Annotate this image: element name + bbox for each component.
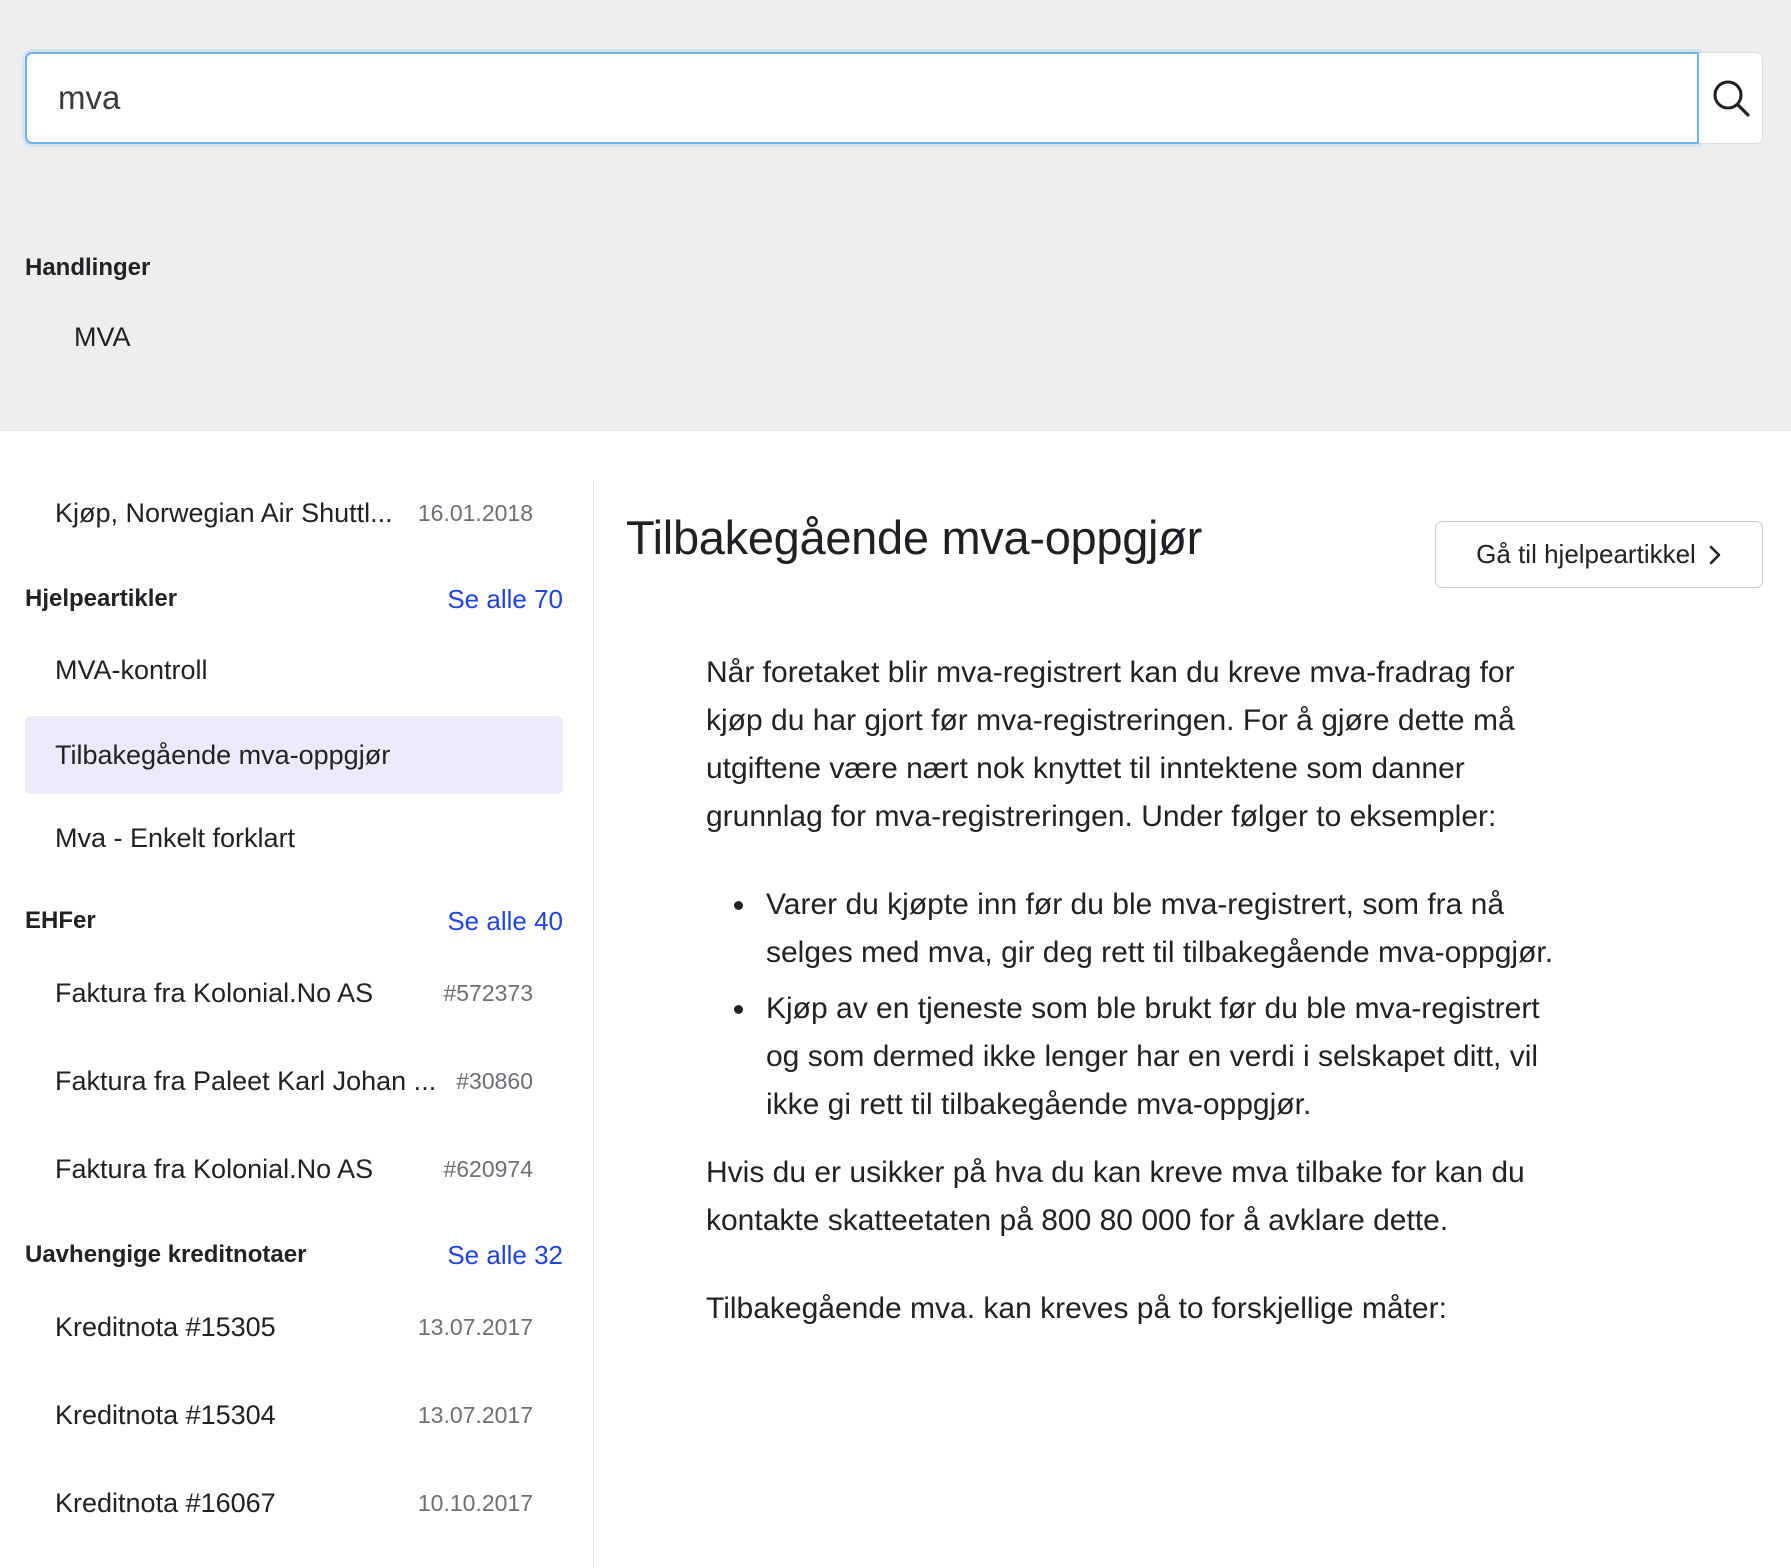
- list-item-date: 10.10.2017: [417, 1489, 533, 1516]
- article-paragraph: Hvis du er usikker på hva du kan kreve m…: [706, 1156, 1525, 1237]
- article-paragraph: Tilbakegående mva. kan kreves på to fors…: [706, 1292, 1447, 1325]
- see-all-help-articles-link[interactable]: Se alle 70: [447, 584, 563, 615]
- category-help-articles: Hjelpeartikler Se alle 70: [25, 579, 563, 619]
- article-bullet-list: Varer du kjøpte inn før du ble mva-regis…: [706, 881, 1556, 1129]
- bullet-dot: [734, 1005, 743, 1014]
- search-panel: Handlinger MVA: [0, 0, 1791, 431]
- see-all-ehf-link[interactable]: Se alle 40: [447, 906, 563, 937]
- actions-heading: Handlinger: [25, 254, 151, 281]
- help-button-label: Gå til hjelpeartikkel: [1476, 539, 1696, 569]
- list-item-title: Kreditnota #15305: [55, 1311, 276, 1342]
- list-item-invoice[interactable]: Faktura fra Kolonial.No AS #572373: [25, 954, 563, 1032]
- article-paragraph: Når foretaket blir mva-registrert kan du…: [706, 656, 1515, 833]
- category-title: Uavhengige kreditnotaer: [25, 1241, 307, 1268]
- list-item-date: 13.07.2017: [417, 1313, 533, 1340]
- panel-divider: [593, 480, 594, 1568]
- list-item-title: Kreditnota #15304: [55, 1399, 276, 1430]
- list-item-title: Faktura fra Paleet Karl Johan ...: [55, 1065, 437, 1096]
- list-item-invoice[interactable]: Faktura fra Paleet Karl Johan ... #30860: [25, 1042, 563, 1120]
- list-item-help-article-selected[interactable]: Tilbakegående mva-oppgjør: [25, 716, 563, 794]
- go-to-help-article-button[interactable]: Gå til hjelpeartikkel: [1435, 521, 1763, 588]
- list-item-number: #572373: [443, 979, 533, 1006]
- search-button[interactable]: [1699, 52, 1763, 144]
- list-item-title: Faktura fra Kolonial.No AS: [55, 977, 374, 1008]
- list-item-credit-note[interactable]: Kreditnota #15304 13.07.2017: [25, 1376, 563, 1454]
- search-bar: [25, 52, 1763, 144]
- category-ehf: EHFer Se alle 40: [25, 901, 563, 941]
- article-title: Tilbakegående mva-oppgjør: [626, 511, 1202, 564]
- search-input[interactable]: [25, 52, 1699, 144]
- article-bullet: Varer du kjøpte inn før du ble mva-regis…: [706, 881, 1556, 977]
- list-item-credit-note[interactable]: Kreditnota #15305 13.07.2017: [25, 1288, 563, 1366]
- list-item-title: Mva - Enkelt forklart: [55, 822, 296, 853]
- category-title: EHFer: [25, 907, 96, 934]
- list-item-title: Faktura fra Kolonial.No AS: [55, 1153, 374, 1184]
- category-title: Hjelpeartikler: [25, 585, 178, 612]
- bullet-text: Kjøp av en tjeneste som ble brukt før du…: [766, 992, 1540, 1121]
- list-item-number: #620974: [443, 1155, 533, 1182]
- list-item-date: 13.07.2017: [417, 1401, 533, 1428]
- article-bullet: Kjøp av en tjeneste som ble brukt før du…: [706, 985, 1556, 1129]
- list-item-title: MVA-kontroll: [55, 654, 208, 685]
- list-item-title: Tilbakegående mva-oppgjør: [55, 739, 391, 770]
- list-item-number: #30860: [456, 1067, 533, 1094]
- list-item-date: 16.01.2018: [417, 499, 533, 526]
- action-item-mva[interactable]: MVA: [74, 322, 131, 353]
- list-item-title: Kjøp, Norwegian Air Shuttl...: [55, 497, 393, 528]
- list-item-title: Kreditnota #16067: [55, 1487, 276, 1518]
- list-item-purchase[interactable]: Kjøp, Norwegian Air Shuttl... 16.01.2018: [25, 474, 563, 552]
- list-item-invoice[interactable]: Faktura fra Kolonial.No AS #620974: [25, 1130, 563, 1208]
- chevron-right-icon: [1709, 545, 1721, 564]
- list-item-help-article[interactable]: MVA-kontroll: [25, 631, 563, 709]
- article-body: Når foretaket blir mva-registrert kan du…: [706, 649, 1556, 1333]
- category-credit-notes: Uavhengige kreditnotaer Se alle 32: [25, 1235, 563, 1275]
- list-item-help-article[interactable]: Mva - Enkelt forklart: [25, 799, 563, 877]
- search-icon: [1713, 80, 1750, 117]
- bullet-text: Varer du kjøpte inn før du ble mva-regis…: [766, 888, 1554, 969]
- list-item-credit-note[interactable]: Kreditnota #16067 10.10.2017: [25, 1464, 563, 1542]
- see-all-credit-notes-link[interactable]: Se alle 32: [447, 1240, 563, 1271]
- bullet-dot: [734, 901, 743, 910]
